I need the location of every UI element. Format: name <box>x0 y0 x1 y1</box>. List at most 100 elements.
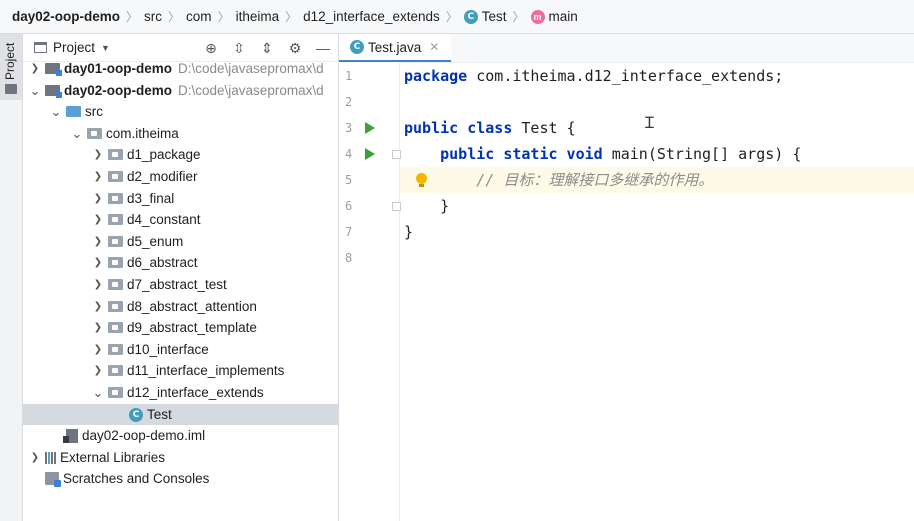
breadcrumb-separator: 〉 <box>285 10 298 24</box>
chevron-down-icon[interactable]: ⌄ <box>50 104 62 120</box>
chevron-right-icon[interactable]: ❯ <box>92 236 104 247</box>
package-icon <box>108 322 123 333</box>
package-icon <box>108 387 123 398</box>
expand-all-icon[interactable]: ⇳ <box>230 40 248 57</box>
line-number: 7 <box>345 225 353 239</box>
chevron-down-icon[interactable]: ⌄ <box>71 126 83 142</box>
tree-item[interactable]: ⌄ src <box>23 101 338 122</box>
package-icon <box>108 279 123 290</box>
chevron-down-icon[interactable]: ⌄ <box>92 385 104 401</box>
code-line[interactable]: // 目标：理解接口多继承的作用。 <box>400 167 914 193</box>
code-area[interactable]: package com.itheima.d12_interface_extend… <box>400 62 914 521</box>
chevron-right-icon[interactable]: ❯ <box>92 279 104 290</box>
lightbulb-icon[interactable] <box>416 173 427 187</box>
package-icon <box>108 171 123 182</box>
breadcrumb-com[interactable]: com <box>186 9 212 24</box>
tree-item-label: Test <box>147 407 172 422</box>
code-line[interactable]: public static void main(String[] args) { <box>400 141 914 167</box>
tree-item-label: day02-oop-demo.iml <box>82 428 206 443</box>
chevron-right-icon[interactable]: ❯ <box>92 171 104 182</box>
tree-item[interactable]: ❯ d10_interface <box>23 339 338 360</box>
project-tool-tab[interactable]: Project <box>0 34 22 100</box>
chevron-right-icon[interactable]: ❯ <box>92 193 104 204</box>
tree-item[interactable]: ❯ day01-oop-demo D:\code\javasepromax\d <box>23 58 338 79</box>
chevron-right-icon[interactable]: ❯ <box>92 365 104 376</box>
breadcrumb-class[interactable]: C Test <box>463 9 507 24</box>
code-text: Test { <box>512 119 576 137</box>
module-file-icon <box>63 428 78 443</box>
code-keyword: public static void <box>440 145 603 163</box>
tree-item[interactable]: ❯ d8_abstract_attention <box>23 296 338 317</box>
tree-item[interactable]: ❯ d6_abstract <box>23 252 338 273</box>
tree-item[interactable]: ❯ d4_constant <box>23 209 338 230</box>
chevron-down-icon: ▼ <box>101 42 110 53</box>
close-icon[interactable]: ✕ <box>429 40 439 54</box>
editor-gutter: 1 2 3 4 5 6 7 8 <box>339 62 401 521</box>
breadcrumb-src[interactable]: src <box>144 9 162 24</box>
chevron-right-icon[interactable]: ❯ <box>92 301 104 312</box>
breadcrumb-itheima[interactable]: itheima <box>236 9 280 24</box>
editor-tab-bar: C Test.java ✕ <box>339 34 914 63</box>
line-number: 1 <box>345 69 353 83</box>
chevron-down-icon[interactable]: ⌄ <box>29 83 41 99</box>
source-folder-icon <box>66 106 81 117</box>
tree-item[interactable]: ❯ d3_final <box>23 188 338 209</box>
breadcrumb-project[interactable]: day02-oop-demo <box>12 9 120 24</box>
breadcrumb-separator: 〉 <box>445 10 458 24</box>
project-view-selector[interactable]: Project ▼ <box>34 40 110 55</box>
code-text: com.itheima.d12_interface_extends; <box>467 67 784 85</box>
tree-item[interactable]: ❯ d11_interface_implements <box>23 360 338 381</box>
tree-item[interactable]: ❯ d5_enum <box>23 231 338 252</box>
code-line[interactable]: } <box>400 219 914 245</box>
tree-item[interactable]: ❯ d9_abstract_template <box>23 317 338 338</box>
code-comment: // 目标：理解接口多继承的作用。 <box>476 171 714 189</box>
tree-item[interactable]: ❯ d7_abstract_test <box>23 274 338 295</box>
tree-item[interactable]: C Test <box>23 404 338 425</box>
tree-item[interactable]: ❯ d2_modifier <box>23 166 338 187</box>
class-icon: C <box>463 9 478 24</box>
code-line[interactable]: package com.itheima.d12_interface_extend… <box>400 63 914 89</box>
package-icon <box>87 128 102 139</box>
class-icon: C <box>129 407 143 422</box>
code-line[interactable]: } <box>400 193 914 219</box>
breadcrumb: day02-oop-demo 〉 src 〉 com 〉 itheima 〉 d… <box>0 0 914 34</box>
package-icon <box>108 214 123 225</box>
code-line[interactable]: public class Test { <box>400 115 914 141</box>
breadcrumb-package[interactable]: d12_interface_extends <box>303 9 440 24</box>
package-icon <box>108 257 123 268</box>
tree-item[interactable]: day02-oop-demo.iml <box>23 425 338 446</box>
locate-icon[interactable]: ⊕ <box>202 40 220 57</box>
tree-item-label: d12_interface_extends <box>127 385 264 400</box>
code-keyword: package <box>404 67 468 85</box>
chevron-right-icon[interactable]: ❯ <box>92 322 104 333</box>
tree-item[interactable]: ❯ d1_package <box>23 144 338 165</box>
run-icon[interactable] <box>365 122 375 134</box>
tree-item[interactable]: ⌄ day02-oop-demo D:\code\javasepromax\d <box>23 80 338 101</box>
code-line[interactable] <box>400 245 914 271</box>
tree-item[interactable]: ❯ External Libraries <box>23 447 338 468</box>
tree-item-label: d8_abstract_attention <box>127 299 257 314</box>
chevron-right-icon[interactable]: ❯ <box>92 214 104 225</box>
line-number: 8 <box>345 251 353 265</box>
package-icon <box>108 365 123 376</box>
tree-item[interactable]: ⌄ com.itheima <box>23 123 338 144</box>
chevron-right-icon[interactable]: ❯ <box>92 149 104 160</box>
run-icon[interactable] <box>365 148 375 160</box>
tree-item[interactable]: Scratches and Consoles <box>23 468 338 489</box>
chevron-right-icon[interactable]: ❯ <box>92 344 104 355</box>
module-path: D:\code\javasepromax\d <box>178 61 324 76</box>
collapse-all-icon[interactable]: ⇕ <box>258 40 276 57</box>
method-icon: m <box>530 9 545 24</box>
gear-icon[interactable]: ⚙ <box>286 40 304 57</box>
tab-label: Test.java <box>368 39 422 55</box>
tab-test-java[interactable]: C Test.java ✕ <box>339 34 452 62</box>
chevron-right-icon[interactable]: ❯ <box>29 452 41 463</box>
code-line[interactable] <box>400 89 914 115</box>
minimize-icon[interactable]: — <box>314 40 332 56</box>
breadcrumb-method[interactable]: m main <box>530 9 578 24</box>
breadcrumb-class-label: Test <box>481 9 507 24</box>
chevron-right-icon[interactable]: ❯ <box>29 63 41 74</box>
text-cursor-icon: Ɪ <box>645 113 654 132</box>
chevron-right-icon[interactable]: ❯ <box>92 257 104 268</box>
tree-item[interactable]: ⌄ d12_interface_extends <box>23 382 338 403</box>
